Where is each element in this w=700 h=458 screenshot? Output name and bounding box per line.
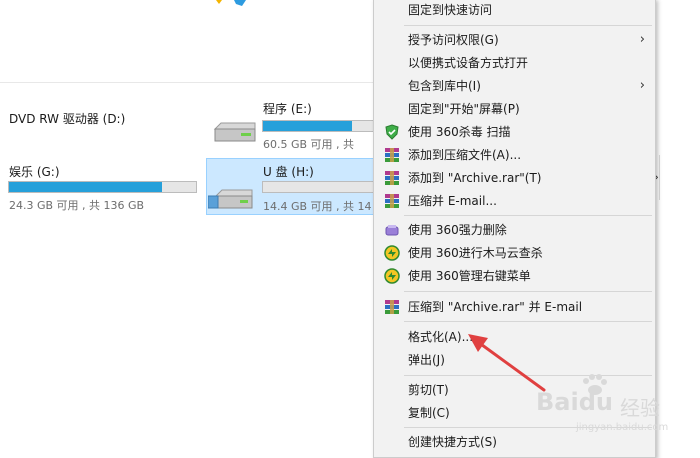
menu-item-label: 创建快捷方式(S) (408, 435, 497, 449)
menu-item-label: 剪切(T) (408, 383, 449, 397)
menu-separator (404, 291, 652, 292)
menu-item-label: 包含到库中(I) (408, 79, 481, 93)
360-security-icon (384, 245, 400, 261)
menu-item-compress-email[interactable]: 压缩并 E-mail... (374, 190, 655, 212)
menu-separator (404, 215, 652, 216)
menu-item-pin-start[interactable]: 固定到"开始"屏幕(P) (374, 98, 655, 120)
eraser-icon (385, 225, 399, 236)
menu-item-360-manage-menu[interactable]: 使用 360管理右键菜单 (374, 265, 655, 287)
hard-drive-icon[interactable] (211, 121, 259, 145)
drive-e-usage-fill (263, 121, 352, 131)
drive-g-name[interactable]: 娱乐 (G:) (9, 163, 60, 180)
drive-dvd-name[interactable]: DVD RW 驱动器 (D:) (9, 110, 125, 127)
360-security-icon (384, 268, 400, 284)
drive-g-usage-fill (9, 182, 163, 192)
watermark-url: jingyan.baidu.com (576, 422, 669, 433)
chevron-right-icon: › (639, 32, 645, 47)
drive-e-usage-bar (262, 120, 375, 132)
menu-separator (404, 321, 652, 322)
menu-item-label: 使用 360杀毒 扫描 (408, 125, 511, 139)
watermark-cn: 经验 (620, 396, 660, 420)
menu-item-label: 以便携式设备方式打开 (408, 56, 529, 70)
menu-item-open-portable[interactable]: 以便携式设备方式打开 (374, 52, 655, 74)
drive-e-info: 60.5 GB 可用 , 共 (263, 138, 355, 151)
menu-item-label: 压缩到 "Archive.rar" 并 E-mail (408, 300, 583, 314)
menu-item-label: 固定到"开始"屏幕(P) (408, 102, 520, 116)
drive-h-usage-bar (262, 181, 375, 193)
menu-item-label: 固定到快速访问 (408, 3, 493, 17)
menu-item-label: 添加到压缩文件(A)... (408, 148, 522, 162)
partial-logo-icon (216, 0, 246, 6)
drive-h-info: 14.4 GB 可用 , 共 14 (263, 200, 372, 213)
drive-g-usage-bar (8, 181, 197, 193)
drive-e-name[interactable]: 程序 (E:) (263, 100, 312, 117)
winrar-icon (385, 300, 399, 314)
menu-item-label: 压缩并 E-mail... (408, 194, 497, 208)
menu-item-create-shortcut[interactable]: 创建快捷方式(S) (374, 431, 655, 453)
section-divider (0, 82, 375, 83)
drive-h-name[interactable]: U 盘 (H:) (263, 163, 314, 180)
menu-item-label: 复制(C) (408, 406, 450, 420)
menu-item-label: 使用 360管理右键菜单 (408, 269, 531, 283)
drive-g-info: 24.3 GB 可用 , 共 136 GB (9, 199, 145, 212)
menu-item-360-trojan-scan[interactable]: 使用 360进行木马云查杀 (374, 242, 655, 264)
chevron-right-icon: › (639, 78, 645, 93)
menu-item-include-library[interactable]: 包含到库中(I) › (374, 75, 655, 97)
menu-item-pin-quick-access[interactable]: 固定到快速访问 (374, 0, 655, 21)
menu-item-label: 弹出(J) (408, 353, 445, 367)
shield-360-icon (385, 124, 399, 140)
menu-separator (404, 25, 652, 26)
menu-item-360-force-delete[interactable]: 使用 360强力删除 (374, 219, 655, 241)
usb-drive-icon[interactable] (208, 188, 256, 212)
menu-item-360-scan[interactable]: 使用 360杀毒 扫描 (374, 121, 655, 143)
winrar-icon (385, 171, 399, 185)
pane-edge (659, 155, 660, 200)
menu-item-label: 使用 360强力删除 (408, 223, 507, 237)
menu-item-add-archive[interactable]: 添加到压缩文件(A)... (374, 144, 655, 166)
winrar-icon (385, 194, 399, 208)
menu-item-label: 使用 360进行木马云查杀 (408, 246, 543, 260)
menu-item-compress-rar-email[interactable]: 压缩到 "Archive.rar" 并 E-mail (374, 296, 655, 318)
menu-item-label: 添加到 "Archive.rar"(T) (408, 171, 542, 185)
menu-item-add-archive-rar[interactable]: 添加到 "Archive.rar"(T) (374, 167, 655, 189)
watermark-brand: Baidu (536, 388, 613, 416)
menu-item-grant-access[interactable]: 授予访问权限(G) › (374, 29, 655, 51)
winrar-icon (385, 148, 399, 162)
menu-item-label: 授予访问权限(G) (408, 33, 499, 47)
